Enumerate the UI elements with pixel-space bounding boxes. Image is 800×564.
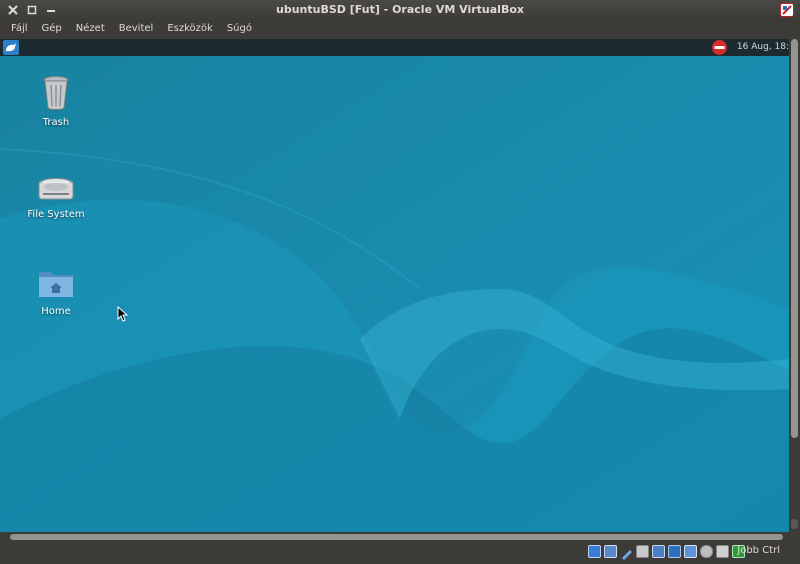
guest-top-panel: 16 Aug, 18: <box>0 39 789 56</box>
desktop-icon-file-system[interactable]: File System <box>16 173 96 220</box>
horizontal-scroll-thumb[interactable] <box>10 534 783 540</box>
whisker-menu-icon[interactable] <box>3 40 19 55</box>
vertical-scroll-thumb[interactable] <box>791 39 798 438</box>
window-title: ubuntuBSD [Fut] - Oracle VM VirtualBox <box>276 3 524 16</box>
desktop-icon-label: Home <box>41 306 71 317</box>
panel-clock[interactable]: 16 Aug, 18: <box>737 42 789 52</box>
menu-file[interactable]: Fájl <box>4 20 35 39</box>
menu-machine[interactable]: Gép <box>35 20 69 39</box>
display-icon[interactable] <box>684 545 697 558</box>
hard-drive-icon <box>38 178 74 200</box>
guest-display[interactable]: 16 Aug, 18: Trash File System Home <box>0 39 789 532</box>
menu-help[interactable]: Súgó <box>220 20 259 39</box>
shared-folders-icon[interactable] <box>668 545 681 558</box>
desktop-icon-label: File System <box>27 209 85 220</box>
trash-icon <box>43 76 69 110</box>
mouse-pointer-icon <box>117 305 129 326</box>
optical-drive-icon[interactable] <box>604 545 617 558</box>
menu-view[interactable]: Nézet <box>69 20 112 39</box>
desktop-wallpaper <box>0 39 789 532</box>
home-folder-icon <box>39 272 73 297</box>
virtualbox-app-icon <box>780 2 794 17</box>
network-icon[interactable] <box>636 545 649 558</box>
desktop-icon-label: Trash <box>42 117 70 128</box>
video-capture-icon[interactable] <box>700 545 713 558</box>
desktop-icon-trash[interactable]: Trash <box>16 75 96 128</box>
no-entry-icon[interactable] <box>711 39 728 60</box>
mouse-integration-icon[interactable] <box>716 545 729 558</box>
vertical-scrollbar[interactable] <box>789 39 800 532</box>
audio-icon[interactable] <box>620 545 633 560</box>
status-bar: Jobb Ctrl <box>0 542 800 561</box>
host-key-label: Jobb Ctrl <box>737 545 780 556</box>
harddisk-icon[interactable] <box>588 545 601 558</box>
menu-devices[interactable]: Eszközök <box>160 20 220 39</box>
menubar: Fájl Gép Nézet Bevitel Eszközök Súgó <box>0 20 800 39</box>
menu-input[interactable]: Bevitel <box>112 20 161 39</box>
desktop-icon-home[interactable]: Home <box>16 266 96 317</box>
horizontal-scrollbar[interactable] <box>0 532 800 542</box>
vertical-scroll-bottom[interactable] <box>791 519 798 529</box>
usb-icon[interactable] <box>652 545 665 558</box>
window-titlebar: ubuntuBSD [Fut] - Oracle VM VirtualBox <box>0 0 800 20</box>
